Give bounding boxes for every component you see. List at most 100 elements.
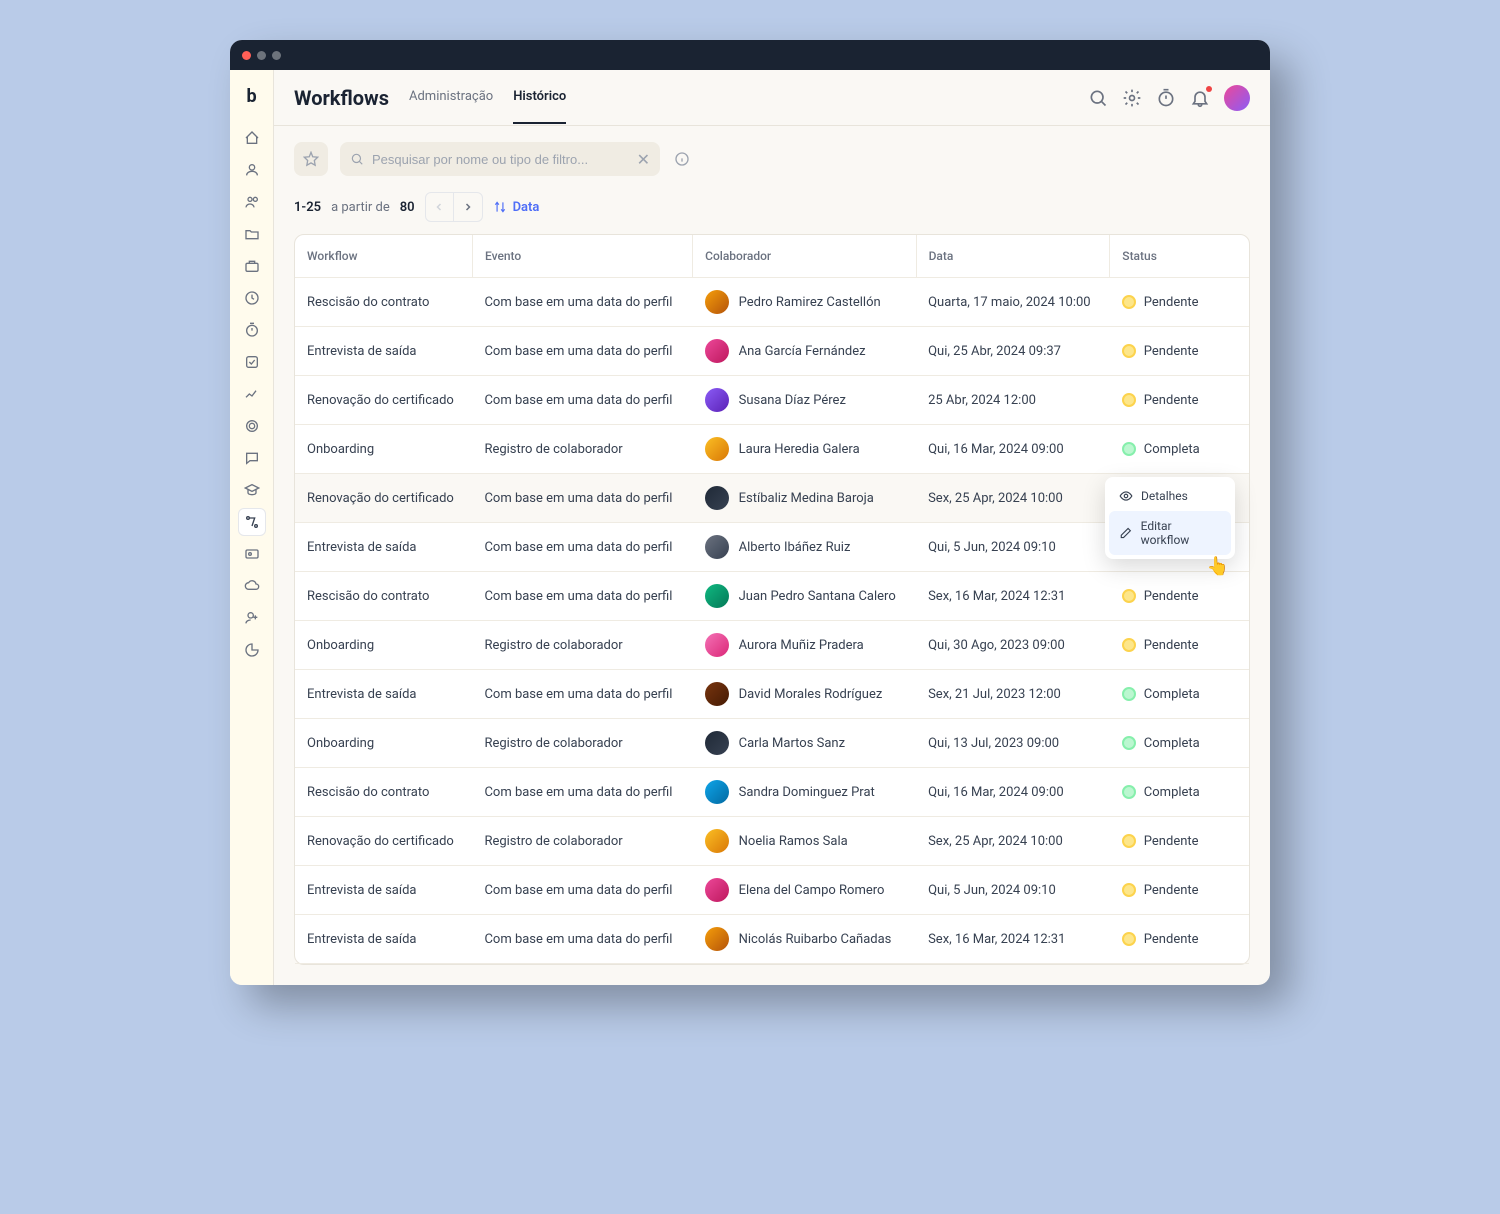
status-dot [1122, 932, 1136, 946]
clear-search-icon[interactable]: ✕ [637, 150, 650, 169]
table-row[interactable]: Entrevista de saída Com base em uma data… [295, 915, 1249, 964]
status-dot [1122, 393, 1136, 407]
tab-history[interactable]: Histórico [513, 71, 566, 124]
close-window-button[interactable] [242, 51, 251, 60]
favorite-button[interactable] [294, 142, 328, 176]
nav-pie-icon[interactable] [238, 636, 266, 664]
search-box[interactable]: ✕ [340, 142, 660, 176]
nav-home-icon[interactable] [238, 124, 266, 152]
nav-id-icon[interactable] [238, 540, 266, 568]
cell-status: Completa [1110, 425, 1249, 474]
cell-data: Qui, 25 Abr, 2024 09:37 [916, 327, 1110, 376]
table-row[interactable]: Rescisão do contrato Com base em uma dat… [295, 768, 1249, 817]
cell-status: Pendente [1110, 278, 1249, 327]
col-status[interactable]: Status [1110, 235, 1249, 278]
nav-cloud-icon[interactable] [238, 572, 266, 600]
cell-status: Completa [1110, 670, 1249, 719]
cell-data: Quarta, 17 maio, 2024 10:00 [916, 278, 1110, 327]
nav-briefcase-icon[interactable] [238, 252, 266, 280]
cell-colaborador: Juan Pedro Santana Calero [693, 572, 916, 621]
collaborator-avatar [705, 878, 729, 902]
table-row[interactable]: Rescisão do contrato Com base em uma dat… [295, 572, 1249, 621]
collaborator-avatar [705, 437, 729, 461]
notification-badge [1206, 86, 1212, 92]
col-evento[interactable]: Evento [472, 235, 692, 278]
app-window: b Workflows Administração [230, 40, 1270, 985]
tab-admin[interactable]: Administração [409, 71, 493, 124]
table-row[interactable]: Rescisão do contrato Com base em uma dat… [295, 278, 1249, 327]
nav-checkbox-icon[interactable] [238, 348, 266, 376]
sidebar: b [230, 70, 274, 985]
cell-data: 25 Abr, 2024 12:00 [916, 376, 1110, 425]
notifications-icon[interactable] [1190, 88, 1210, 108]
cell-colaborador: Laura Heredia Galera [693, 425, 916, 474]
cell-colaborador: Alberto Ibáñez Ruiz [693, 523, 916, 572]
cell-colaborador: Elena del Campo Romero [693, 866, 916, 915]
nav-graduation-icon[interactable] [238, 476, 266, 504]
search-input[interactable] [372, 152, 629, 167]
status-dot [1122, 736, 1136, 750]
nav-users-icon[interactable] [238, 188, 266, 216]
edit-icon [1119, 526, 1133, 540]
menu-edit[interactable]: Editar workflow 👆 [1109, 511, 1231, 555]
nav-folder-icon[interactable] [238, 220, 266, 248]
nav-user-icon[interactable] [238, 156, 266, 184]
table-row[interactable]: Renovação do certificado Com base em uma… [295, 376, 1249, 425]
page-total: 80 [400, 200, 415, 215]
settings-icon[interactable] [1122, 88, 1142, 108]
table-row[interactable]: Onboarding Registro de colaborador Auror… [295, 621, 1249, 670]
table-row[interactable]: Onboarding Registro de colaborador Carla… [295, 719, 1249, 768]
cell-data: Qui, 16 Mar, 2024 09:00 [916, 425, 1110, 474]
collaborator-avatar [705, 388, 729, 412]
cell-evento: Com base em uma data do perfil [472, 278, 692, 327]
cell-data: Sex, 21 Jul, 2023 12:00 [916, 670, 1110, 719]
sort-button[interactable]: Data [493, 200, 540, 215]
header: Workflows Administração Histórico [274, 70, 1270, 126]
prev-page-button[interactable] [426, 193, 454, 221]
cell-data: Qui, 16 Mar, 2024 09:00 [916, 768, 1110, 817]
collaborator-avatar [705, 290, 729, 314]
cell-status: Pendente [1110, 572, 1249, 621]
nav-timer-icon[interactable] [238, 316, 266, 344]
table-row[interactable]: Entrevista de saída Com base em uma data… [295, 327, 1249, 376]
cell-evento: Com base em uma data do perfil [472, 523, 692, 572]
cell-colaborador: Estíbaliz Medina Baroja [693, 474, 916, 523]
col-data[interactable]: Data [916, 235, 1110, 278]
cell-workflow: Entrevista de saída [295, 327, 472, 376]
col-colaborador[interactable]: Colaborador [693, 235, 916, 278]
timer-header-icon[interactable] [1156, 88, 1176, 108]
search-icon[interactable] [1088, 88, 1108, 108]
table-row[interactable]: Entrevista de saída Com base em uma data… [295, 670, 1249, 719]
cell-status: Pendente [1110, 915, 1249, 964]
page-range: 1-25 [294, 200, 321, 215]
table-row[interactable]: Onboarding Registro de colaborador Laura… [295, 425, 1249, 474]
status-dot [1122, 785, 1136, 799]
nav-chat-icon[interactable] [238, 444, 266, 472]
collaborator-avatar [705, 927, 729, 951]
collaborator-avatar [705, 780, 729, 804]
cell-status: Completa [1110, 719, 1249, 768]
nav-target-icon[interactable] [238, 412, 266, 440]
maximize-window-button[interactable] [272, 51, 281, 60]
table-row[interactable]: Entrevista de saída Com base em uma data… [295, 866, 1249, 915]
cell-colaborador: Susana Díaz Pérez [693, 376, 916, 425]
table-row[interactable]: Renovação do certificado Registro de col… [295, 817, 1249, 866]
col-workflow[interactable]: Workflow [295, 235, 472, 278]
nav-workflows-icon[interactable] [238, 508, 266, 536]
cell-workflow: Onboarding [295, 425, 472, 474]
next-page-button[interactable] [454, 193, 482, 221]
nav-adduser-icon[interactable] [238, 604, 266, 632]
window-titlebar [230, 40, 1270, 70]
user-avatar[interactable] [1224, 85, 1250, 111]
menu-details[interactable]: Detalhes [1109, 481, 1231, 511]
cell-colaborador: Sandra Dominguez Prat [693, 768, 916, 817]
info-icon[interactable] [672, 149, 692, 169]
nav-chart-icon[interactable] [238, 380, 266, 408]
nav-clock-icon[interactable] [238, 284, 266, 312]
cell-colaborador: Carla Martos Sanz [693, 719, 916, 768]
search-icon [350, 152, 364, 166]
page-title: Workflows [294, 86, 389, 110]
cell-evento: Com base em uma data do perfil [472, 768, 692, 817]
minimize-window-button[interactable] [257, 51, 266, 60]
cell-colaborador: Pedro Ramirez Castellón [693, 278, 916, 327]
